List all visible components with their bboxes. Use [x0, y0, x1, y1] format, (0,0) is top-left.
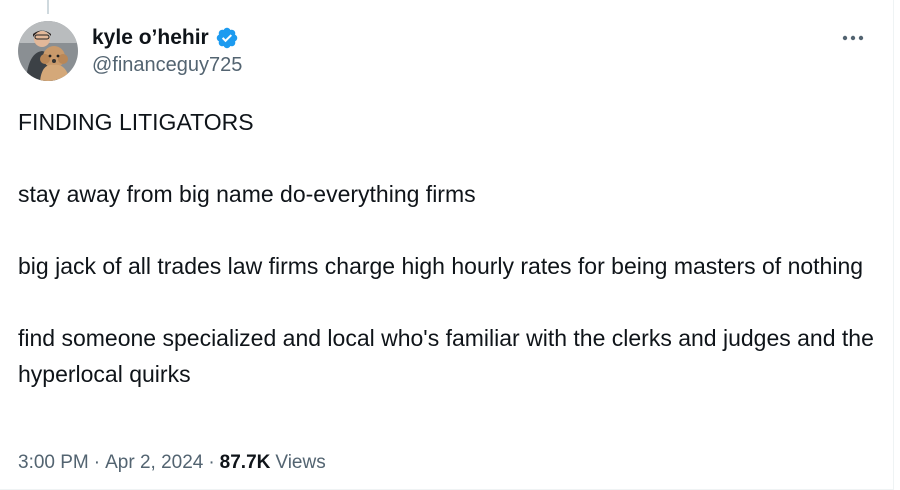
views-link[interactable]: 87.7K Views	[220, 452, 326, 474]
separator-dot: ·	[208, 452, 215, 473]
thread-connector-line	[47, 0, 49, 14]
tweet-paragraph: FINDING LITIGATORS	[18, 109, 254, 135]
avatar[interactable]	[18, 21, 78, 81]
tweet-date[interactable]: Apr 2, 2024	[105, 452, 203, 474]
author-handle[interactable]: @financeguy725	[92, 54, 242, 77]
tweet-header: kyle o’hehir @financeguy725	[18, 21, 870, 83]
avatar-image	[18, 21, 78, 81]
tweet-time[interactable]: 3:00 PM	[18, 452, 89, 474]
author-display-name[interactable]: kyle o’hehir	[92, 26, 209, 50]
views-label: Views	[275, 452, 326, 473]
tweet-paragraph: big jack of all trades law firms charge …	[18, 253, 864, 279]
tweet-metadata: 3:00 PM · Apr 2, 2024 · 87.7K Views	[18, 452, 326, 474]
more-options-icon	[842, 35, 864, 41]
separator-dot: ·	[93, 452, 101, 473]
tweet-paragraph: find someone specialized and local who's…	[18, 325, 874, 387]
column-divider	[893, 0, 894, 490]
name-row: kyle o’hehir	[92, 25, 242, 51]
verified-badge-icon[interactable]	[215, 26, 239, 50]
author-info: kyle o’hehir @financeguy725	[92, 25, 242, 77]
tweet-text: FINDING LITIGATORS stay away from big na…	[18, 104, 878, 392]
views-count: 87.7K	[219, 452, 271, 473]
tweet-paragraph: stay away from big name do-everything fi…	[18, 181, 476, 207]
more-options-button[interactable]	[836, 25, 870, 51]
